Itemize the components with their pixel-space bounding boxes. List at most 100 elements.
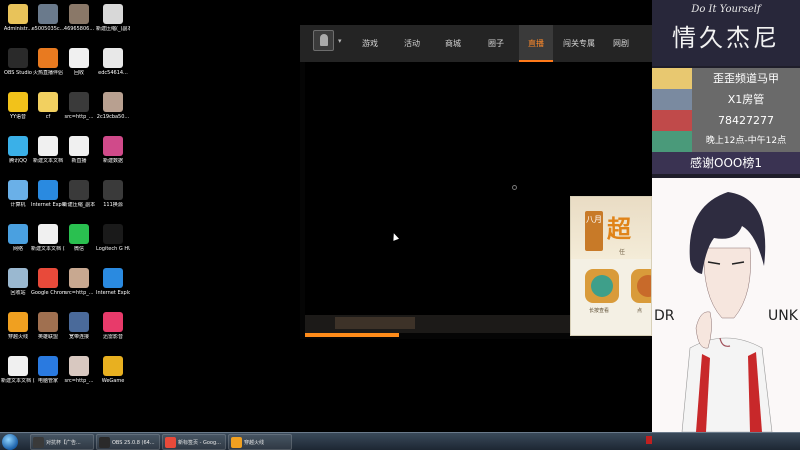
nav-tab[interactable]: 网剧 <box>606 25 636 62</box>
desktop-icon-label: cf <box>45 114 51 120</box>
user-avatar-icon[interactable] <box>313 30 334 51</box>
desktop-icon[interactable]: edc54614... <box>96 48 130 76</box>
desktop-icon-label: 46965806... <box>63 26 95 32</box>
overlay-subtitle: Do It Yourself <box>691 4 761 15</box>
desktop-icon[interactable]: 回收 <box>62 48 96 76</box>
nav-tab[interactable]: 闯关专属 <box>557 25 601 62</box>
desktop-icon[interactable]: src=http_... <box>62 268 96 296</box>
desktop-icon[interactable]: 111换源 <box>96 180 130 208</box>
desktop-icon[interactable]: Google Chrome <box>31 268 65 296</box>
desktop-icon[interactable]: 2c19cba50... <box>96 92 130 120</box>
overlay-row-channel: 歪歪频道马甲 <box>652 68 800 89</box>
desktop-app-icon <box>38 136 58 156</box>
promo-left-button[interactable] <box>585 269 619 303</box>
desktop-icon-label: edc54614... <box>98 70 128 76</box>
desktop-icon[interactable]: 计算机 <box>1 180 35 208</box>
desktop-icon-label: 111换源 <box>103 202 123 208</box>
plane-thumb-icon <box>652 89 692 110</box>
desktop-icon[interactable]: cf <box>31 92 65 120</box>
desktop-icon[interactable]: 穿越火线 <box>1 312 35 340</box>
taskbar-button[interactable]: 穿越火线 <box>228 434 292 450</box>
desktop-icon-label: Internet Explorer <box>96 290 130 296</box>
desktop-app-icon <box>8 224 28 244</box>
windows-start-icon[interactable] <box>2 434 18 450</box>
desktop-icon[interactable]: WeGame <box>96 356 130 384</box>
art-text-left: DR <box>654 308 675 324</box>
taskbar-button[interactable]: OBS 25.0.8 (64... <box>96 434 160 450</box>
promo-right-button[interactable] <box>631 269 651 303</box>
overlay-header: Do It Yourself 情久杰尼 <box>652 0 800 66</box>
tray-notification-icon[interactable] <box>646 436 652 444</box>
desktop-icon[interactable]: YY语音 <box>1 92 35 120</box>
desktop-icon[interactable]: 新建压缩_副本 <box>62 180 96 208</box>
desktop-icon[interactable]: Internet Explorer <box>96 268 130 296</box>
chevron-down-icon[interactable]: ▾ <box>338 37 342 45</box>
desktop-app-icon <box>8 136 28 156</box>
desktop-icon[interactable]: 火热直播伴侣 <box>31 48 65 76</box>
taskbar-button-label: 新标签页 - Goog... <box>178 440 221 446</box>
desktop-app-icon <box>103 180 123 200</box>
taskbar-app-icon <box>99 437 110 448</box>
desktop-app-icon <box>69 136 89 156</box>
desktop-app-icon <box>38 356 58 376</box>
nav-tab[interactable]: 圈子 <box>481 25 511 62</box>
desktop-icon[interactable]: 迅雷影音 <box>96 312 130 340</box>
desktop-icon-label: 新建文本文档 (3) <box>1 378 35 384</box>
desktop-app-icon <box>69 224 89 244</box>
desktop-icon[interactable]: 新建压缩(_)副本 3333_副本 <box>96 4 130 32</box>
desktop-app-icon <box>103 136 123 156</box>
desktop-icon[interactable]: Logitech G HUB <box>96 224 130 252</box>
desktop-icon-label: 穿越火线 <box>7 334 28 340</box>
nav-tab[interactable]: 商城 <box>438 25 468 62</box>
desktop-icon-label: 宽带连接 <box>68 334 89 340</box>
desktop-icon[interactable]: 网络 <box>1 224 35 252</box>
desktop-icon[interactable]: 回收站 <box>1 268 35 296</box>
desktop-icon[interactable]: 腾讯QQ <box>1 136 35 164</box>
taskbar-button-label: 穿越火线 <box>244 440 265 446</box>
desktop-icon[interactable]: 新建文本文档 (3) <box>1 356 35 384</box>
desktop-app-icon <box>103 356 123 376</box>
desktop-icon[interactable]: 英雄联盟 <box>31 312 65 340</box>
desktop-app-icon <box>38 4 58 24</box>
desktop-icon[interactable]: src=http_... <box>62 92 96 120</box>
overlay-row-text: 78427277 <box>718 114 774 127</box>
desktop-icon[interactable]: 46965806... <box>62 4 96 32</box>
desktop-icon[interactable]: src=http_... <box>62 356 96 384</box>
loading-progress-bar <box>305 333 399 337</box>
desktop-app-icon <box>8 356 28 376</box>
desktop-icon[interactable]: Internet Explorer <box>31 180 65 208</box>
promo-badge: 八月 <box>585 211 603 251</box>
overlay-row-id: 78427277 <box>652 110 800 131</box>
desktop-icon-label: 英雄联盟 <box>37 334 58 340</box>
nav-tab[interactable]: 游戏 <box>355 25 385 62</box>
desktop-icon-label: 新建压缩(_)副本 3333_副本 <box>96 26 130 32</box>
desktop-icon-label: 新直播 <box>71 158 87 164</box>
overlay-row-text: 歪歪频道马甲 <box>713 72 779 85</box>
desktop-icon[interactable]: 新建数据 <box>96 136 130 164</box>
desktop-icon-label: WeGame <box>101 378 125 384</box>
desktop-icon[interactable]: 新建文本文档 (2) <box>31 224 65 252</box>
promo-title: 超 <box>607 215 631 243</box>
desktop-icon[interactable]: 宽带连接 <box>62 312 96 340</box>
overlay-row-text: X1房管 <box>727 93 765 106</box>
promo-popup[interactable]: 八月 超 任 长按查看 点 <box>570 196 652 336</box>
desktop-app-icon <box>69 92 89 112</box>
desktop-app-icon <box>38 312 58 332</box>
nav-tab[interactable]: 活动 <box>397 25 427 62</box>
nav-tab[interactable]: 直播 <box>519 25 553 62</box>
desktop-icon[interactable]: 电脑管家 <box>31 356 65 384</box>
desktop-icon-label: src=http_... <box>64 378 94 384</box>
desktop-icon[interactable]: Administr... <box>1 4 35 32</box>
desktop-icon-label: Google Chrome <box>31 290 65 296</box>
desktop-icon[interactable]: e5005035c... <box>31 4 65 32</box>
desktop-icon[interactable]: OBS Studio <box>1 48 35 76</box>
channel-thumb-icon <box>652 68 692 89</box>
desktop-icon-label: 新建文本文档 <box>32 158 63 164</box>
taskbar-button[interactable]: 对抗杯【广告... <box>30 434 94 450</box>
desktop-icon[interactable]: 新建文本文档 <box>31 136 65 164</box>
desktop-icon-label: 回收站 <box>10 290 26 296</box>
desktop-icon[interactable]: 新直播 <box>62 136 96 164</box>
desktop-icon[interactable]: 微信 <box>62 224 96 252</box>
desktop-app-icon <box>8 312 28 332</box>
taskbar-button[interactable]: 新标签页 - Goog... <box>162 434 226 450</box>
